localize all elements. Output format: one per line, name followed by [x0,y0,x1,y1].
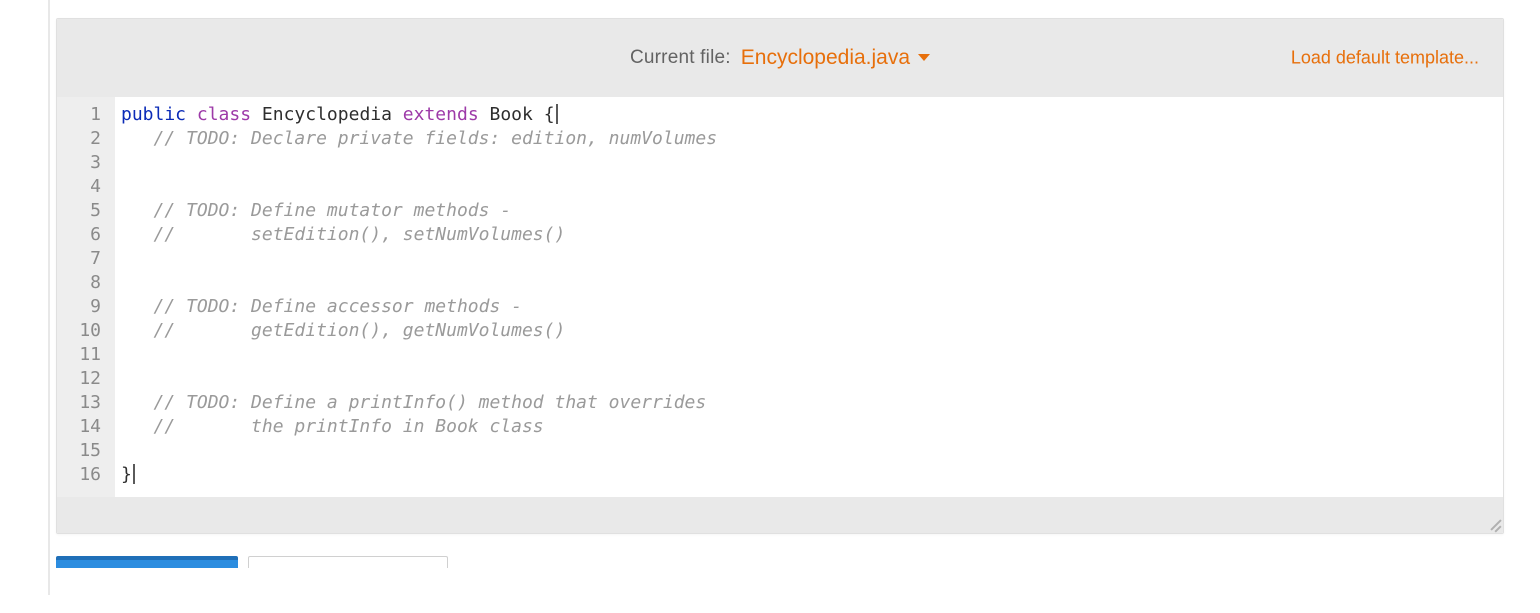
code-token: // TODO: Define mutator methods - [154,200,522,221]
code-line[interactable] [121,367,1503,391]
text-cursor [133,464,135,484]
code-token: // setEdition(), setNumVolumes() [154,224,566,245]
line-number: 9 [57,295,109,319]
primary-action-button[interactable] [56,556,238,568]
line-number: 11 [57,343,109,367]
code-line[interactable] [121,271,1503,295]
code-token: // TODO: Declare private fields: edition… [154,128,718,149]
code-line[interactable]: // setEdition(), setNumVolumes() [121,223,1503,247]
line-number: 15 [57,439,109,463]
line-number: 4 [57,175,109,199]
code-token: class [197,104,251,125]
code-token: // TODO: Define a printInfo() method tha… [154,392,707,413]
code-token: public [121,104,186,125]
current-file-name: Encyclopedia.java [741,46,910,70]
code-panel: Current file: Encyclopedia.java Load def… [56,18,1504,534]
chevron-down-icon [918,54,930,61]
left-edge [48,0,50,595]
code-line[interactable]: // TODO: Define accessor methods - [121,295,1503,319]
line-number: 3 [57,151,109,175]
code-line[interactable]: // getEdition(), getNumVolumes() [121,319,1503,343]
code-line[interactable]: // the printInfo in Book class [121,415,1503,439]
line-number: 10 [57,319,109,343]
code-token: Book [490,104,533,125]
current-file-label: Current file: [630,47,731,69]
code-line[interactable]: // TODO: Define mutator methods - [121,199,1503,223]
code-token: // the printInfo in Book class [154,416,544,437]
code-line[interactable]: // TODO: Declare private fields: edition… [121,127,1503,151]
editor-footer [57,497,1503,533]
action-bar [56,556,1504,568]
line-number-gutter: 12345678910111213141516 [57,97,115,497]
load-default-template-link[interactable]: Load default template... [1291,48,1479,69]
line-number: 5 [57,199,109,223]
code-token: } [121,464,132,485]
code-token: { [544,104,555,125]
code-line[interactable] [121,247,1503,271]
current-file-dropdown[interactable]: Encyclopedia.java [741,46,930,70]
line-number: 8 [57,271,109,295]
code-line[interactable]: // TODO: Define a printInfo() method tha… [121,391,1503,415]
line-number: 2 [57,127,109,151]
line-number: 6 [57,223,109,247]
line-number: 12 [57,367,109,391]
code-token: // TODO: Define accessor methods - [154,296,522,317]
code-line[interactable]: public class Encyclopedia extends Book { [121,103,1503,127]
line-number: 13 [57,391,109,415]
code-token: extends [403,104,479,125]
secondary-action-button[interactable] [248,556,448,568]
line-number: 16 [57,463,109,487]
line-number: 1 [57,103,109,127]
code-line[interactable]: } [121,463,1503,487]
code-token: // getEdition(), getNumVolumes() [154,320,566,341]
code-line[interactable] [121,151,1503,175]
panel-header: Current file: Encyclopedia.java Load def… [57,19,1503,97]
resize-handle-icon[interactable] [1487,517,1501,531]
code-line[interactable] [121,343,1503,367]
code-area[interactable]: public class Encyclopedia extends Book {… [115,97,1503,497]
code-editor[interactable]: 12345678910111213141516 public class Enc… [57,97,1503,497]
line-number: 7 [57,247,109,271]
code-token: Encyclopedia [262,104,392,125]
code-line[interactable] [121,439,1503,463]
line-number: 14 [57,415,109,439]
text-cursor [556,104,558,124]
code-line[interactable] [121,175,1503,199]
